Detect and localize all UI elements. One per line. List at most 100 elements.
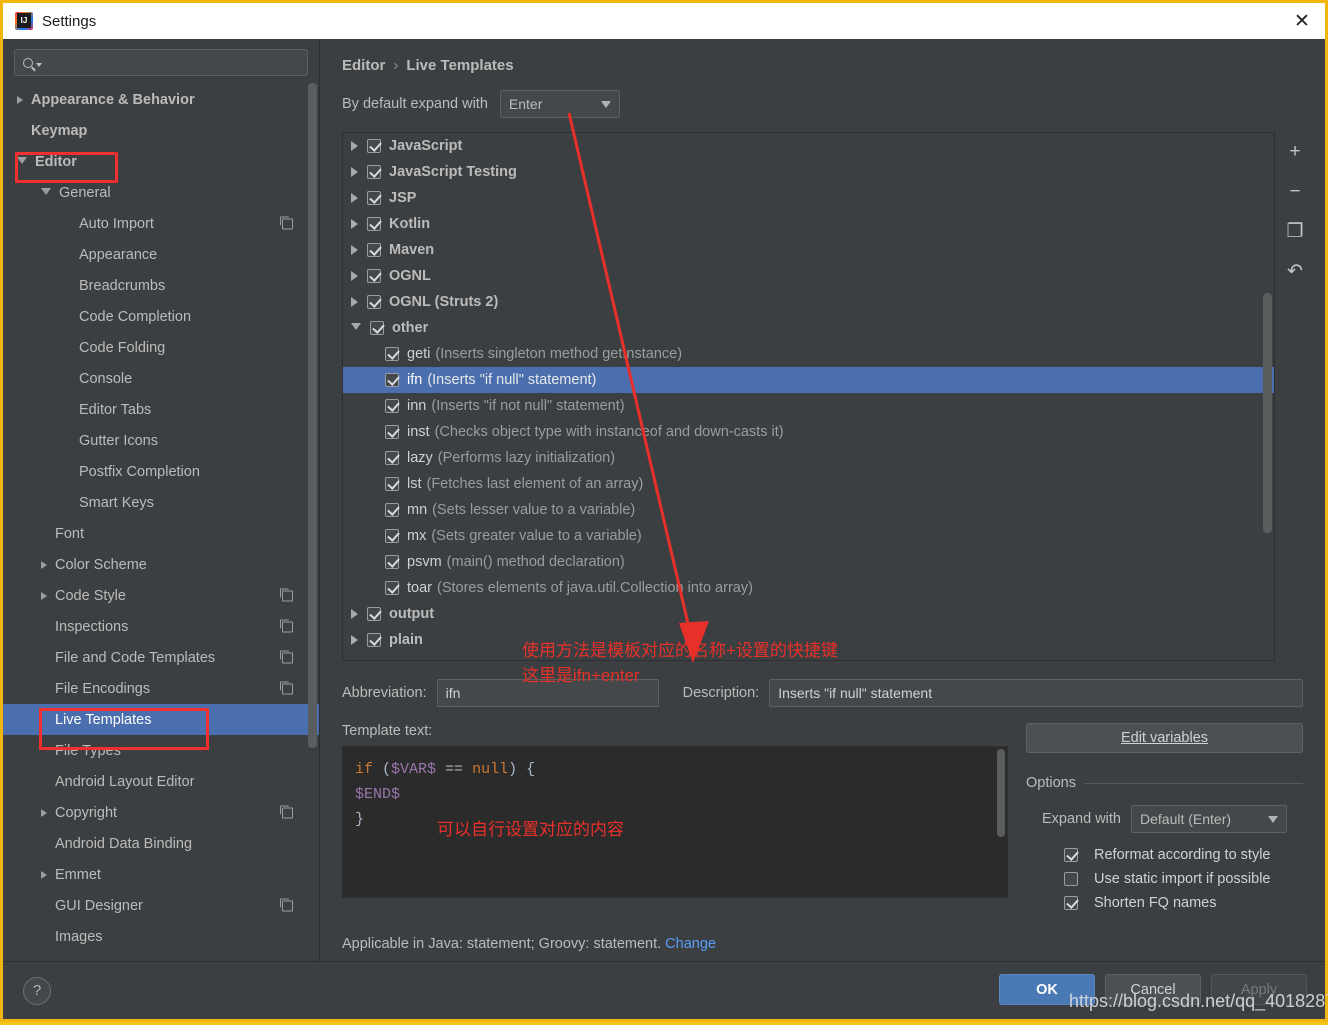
template-group-row[interactable]: OGNL bbox=[343, 263, 1274, 289]
breadcrumb-parent[interactable]: Editor bbox=[342, 57, 385, 74]
template-enabled-checkbox[interactable] bbox=[385, 581, 399, 595]
chevron-right-icon[interactable] bbox=[351, 193, 358, 203]
sidebar-item-postfix-completion[interactable]: Postfix Completion bbox=[3, 456, 319, 487]
template-enabled-checkbox[interactable] bbox=[385, 555, 399, 569]
chevron-right-icon[interactable] bbox=[351, 245, 358, 255]
sidebar-item-android-layout-editor[interactable]: Android Layout Editor bbox=[3, 766, 319, 797]
template-enabled-checkbox[interactable] bbox=[367, 269, 381, 283]
sidebar-item-breadcrumbs[interactable]: Breadcrumbs bbox=[3, 270, 319, 301]
template-text-editor[interactable]: if ($VAR$ == null) {$END$} bbox=[342, 746, 1008, 898]
duplicate-template-button[interactable]: ❐ bbox=[1282, 218, 1308, 244]
template-enabled-checkbox[interactable] bbox=[385, 529, 399, 543]
sidebar-item-file-encodings[interactable]: File Encodings bbox=[3, 673, 319, 704]
sidebar-item-code-folding[interactable]: Code Folding bbox=[3, 332, 319, 363]
close-icon[interactable]: ✕ bbox=[1279, 3, 1325, 39]
template-enabled-checkbox[interactable] bbox=[370, 321, 384, 335]
chevron-right-icon[interactable] bbox=[351, 141, 358, 151]
template-enabled-checkbox[interactable] bbox=[367, 295, 381, 309]
template-enabled-checkbox[interactable] bbox=[385, 399, 399, 413]
template-enabled-checkbox[interactable] bbox=[385, 347, 399, 361]
chevron-right-icon[interactable] bbox=[41, 560, 47, 569]
sidebar-item-file-and-code-templates[interactable]: File and Code Templates bbox=[3, 642, 319, 673]
template-row[interactable]: lazy (Performs lazy initialization) bbox=[343, 445, 1274, 471]
chevron-down-icon[interactable] bbox=[351, 323, 361, 335]
template-group-row[interactable]: Maven bbox=[343, 237, 1274, 263]
sidebar-item-appearance[interactable]: Appearance bbox=[3, 239, 319, 270]
sidebar-item-smart-keys[interactable]: Smart Keys bbox=[3, 487, 319, 518]
sidebar-item-appearance-behavior[interactable]: Appearance & Behavior bbox=[3, 84, 319, 115]
chevron-right-icon[interactable] bbox=[351, 167, 358, 177]
template-row[interactable]: mx (Sets greater value to a variable) bbox=[343, 523, 1274, 549]
template-group-row[interactable]: JavaScript Testing bbox=[343, 159, 1274, 185]
abbreviation-input[interactable] bbox=[436, 679, 659, 707]
chevron-right-icon[interactable] bbox=[351, 271, 358, 281]
sidebar-item-android-data-binding[interactable]: Android Data Binding bbox=[3, 828, 319, 859]
templates-tree[interactable]: JavaScript JavaScript Testing JSP Kotlin Mav… bbox=[342, 132, 1275, 661]
template-enabled-checkbox[interactable] bbox=[367, 243, 381, 257]
option-checkbox[interactable] bbox=[1064, 848, 1078, 862]
sidebar-item-images[interactable]: Images bbox=[3, 921, 319, 952]
template-group-row[interactable]: JavaScript bbox=[343, 133, 1274, 159]
sidebar-scrollbar[interactable] bbox=[308, 83, 317, 773]
sidebar-item-font[interactable]: Font bbox=[3, 518, 319, 549]
sidebar-item-code-style[interactable]: Code Style bbox=[3, 580, 319, 611]
sidebar-item-editor-tabs[interactable]: Editor Tabs bbox=[3, 394, 319, 425]
template-row[interactable]: inn (Inserts "if not null" statement) bbox=[343, 393, 1274, 419]
template-group-row[interactable]: output bbox=[343, 601, 1274, 627]
template-text-scrollbar-thumb[interactable] bbox=[997, 749, 1005, 837]
sidebar-item-code-completion[interactable]: Code Completion bbox=[3, 301, 319, 332]
template-row[interactable]: lst (Fetches last element of an array) bbox=[343, 471, 1274, 497]
sidebar-item-keymap[interactable]: Keymap bbox=[3, 115, 319, 146]
add-template-button[interactable]: + bbox=[1282, 138, 1308, 164]
sidebar-item-gutter-icons[interactable]: Gutter Icons bbox=[3, 425, 319, 456]
chevron-down-icon[interactable] bbox=[17, 157, 27, 168]
remove-template-button[interactable]: − bbox=[1282, 178, 1308, 204]
templates-scrollbar-thumb[interactable] bbox=[1263, 293, 1272, 533]
template-enabled-checkbox[interactable] bbox=[385, 425, 399, 439]
change-context-link[interactable]: Change bbox=[665, 936, 716, 952]
chevron-right-icon[interactable] bbox=[351, 219, 358, 229]
sidebar-item-console[interactable]: Console bbox=[3, 363, 319, 394]
template-row[interactable]: psvm (main() method declaration) bbox=[343, 549, 1274, 575]
template-group-row[interactable]: plain bbox=[343, 627, 1274, 653]
option-row[interactable]: Use static import if possible bbox=[1064, 867, 1303, 891]
sidebar-item-emmet[interactable]: Emmet bbox=[3, 859, 319, 890]
template-enabled-checkbox[interactable] bbox=[367, 191, 381, 205]
template-enabled-checkbox[interactable] bbox=[367, 165, 381, 179]
chevron-right-icon[interactable] bbox=[41, 870, 47, 879]
sidebar-item-copyright[interactable]: Copyright bbox=[3, 797, 319, 828]
option-row[interactable]: Reformat according to style bbox=[1064, 843, 1303, 867]
template-row[interactable]: geti (Inserts singleton method getInstanc… bbox=[343, 341, 1274, 367]
option-checkbox[interactable] bbox=[1064, 896, 1078, 910]
option-checkbox[interactable] bbox=[1064, 872, 1078, 886]
search-input[interactable] bbox=[42, 55, 307, 70]
template-enabled-checkbox[interactable] bbox=[367, 607, 381, 621]
search-box[interactable] bbox=[14, 49, 308, 76]
template-row[interactable]: mn (Sets lesser value to a variable) bbox=[343, 497, 1274, 523]
template-enabled-checkbox[interactable] bbox=[367, 633, 381, 647]
template-enabled-checkbox[interactable] bbox=[385, 477, 399, 491]
sidebar-item-inspections[interactable]: Inspections bbox=[3, 611, 319, 642]
template-row[interactable]: ifn (Inserts "if null" statement) bbox=[343, 367, 1274, 393]
option-row[interactable]: Shorten FQ names bbox=[1064, 891, 1303, 915]
expand-with-select[interactable]: Default (Enter) bbox=[1131, 805, 1287, 833]
chevron-right-icon[interactable] bbox=[351, 609, 358, 619]
apply-button[interactable]: Apply bbox=[1211, 974, 1307, 1005]
sidebar-item-live-templates[interactable]: Live Templates bbox=[3, 704, 319, 735]
template-enabled-checkbox[interactable] bbox=[367, 217, 381, 231]
chevron-right-icon[interactable] bbox=[351, 297, 358, 307]
template-row[interactable]: toar (Stores elements of java.util.Collec… bbox=[343, 575, 1274, 601]
sidebar-item-general[interactable]: General bbox=[3, 177, 319, 208]
template-row[interactable]: inst (Checks object type with instanceof … bbox=[343, 419, 1274, 445]
sidebar-item-editor[interactable]: Editor bbox=[3, 146, 319, 177]
cancel-button[interactable]: Cancel bbox=[1105, 974, 1201, 1005]
edit-variables-button[interactable]: Edit variables bbox=[1026, 723, 1303, 753]
description-input[interactable] bbox=[769, 679, 1303, 707]
template-enabled-checkbox[interactable] bbox=[367, 139, 381, 153]
chevron-right-icon[interactable] bbox=[41, 808, 47, 817]
template-group-row[interactable]: OGNL (Struts 2) bbox=[343, 289, 1274, 315]
chevron-right-icon[interactable] bbox=[17, 95, 23, 104]
template-group-row[interactable]: JSP bbox=[343, 185, 1274, 211]
template-enabled-checkbox[interactable] bbox=[385, 451, 399, 465]
sidebar-item-file-types[interactable]: File Types bbox=[3, 735, 319, 766]
